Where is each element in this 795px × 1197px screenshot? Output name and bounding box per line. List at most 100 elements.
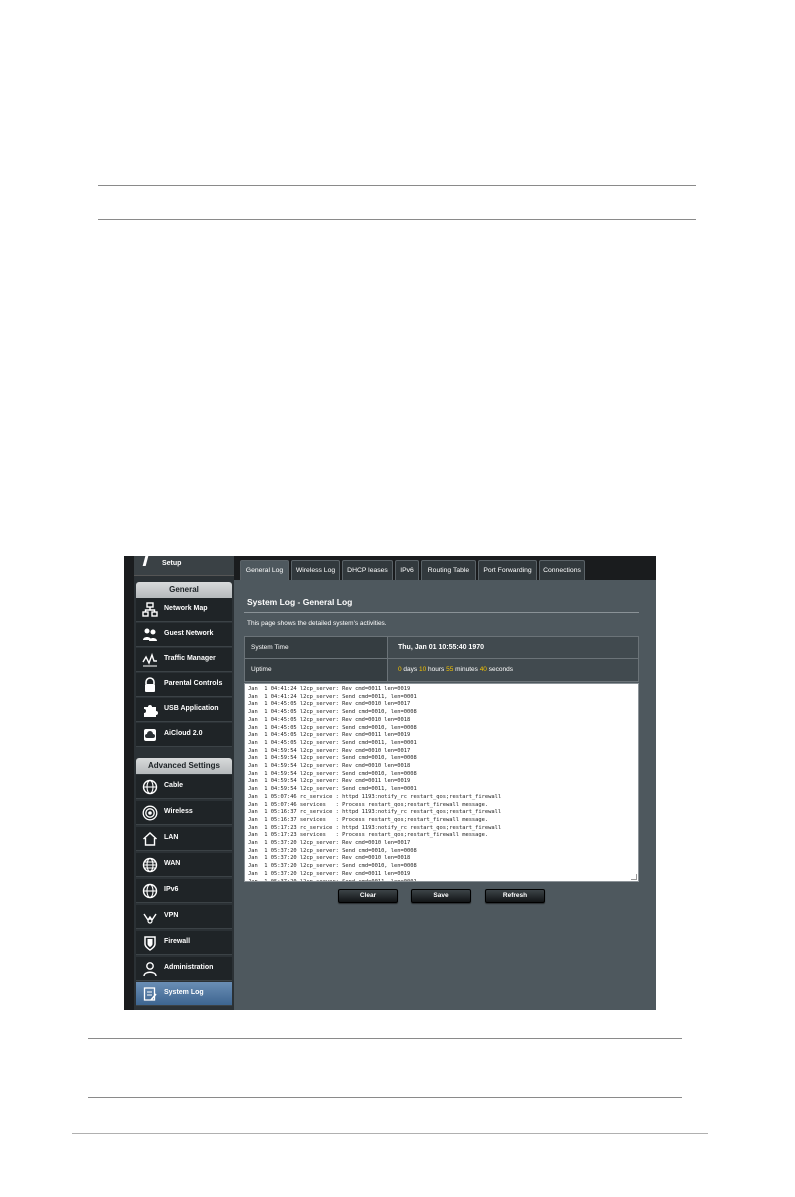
log-line: Jan 1 04:41:24 l2cp_server: Send cmd=001…	[248, 693, 417, 700]
vpn-icon	[143, 913, 157, 924]
uptime-hours-unit: hours	[426, 666, 447, 673]
save-button[interactable]: Save	[411, 889, 471, 903]
bottom-rule-2	[88, 1097, 682, 1098]
uptime-days-unit: days	[401, 666, 419, 673]
page-description: This page shows the detailed system's ac…	[247, 620, 387, 627]
system-time-row: System Time Thu, Jan 01 10:55:40 1970	[245, 637, 638, 659]
log-line: Jan 1 04:59:54 l2cp_server: Send cmd=001…	[248, 786, 417, 793]
sidebar-item-label: LAN	[164, 834, 179, 841]
tab-routing-table[interactable]: Routing Table	[421, 560, 476, 580]
log-line: Jan 1 04:59:54 l2cp_server: Send cmd=001…	[248, 770, 417, 777]
wireless-icon	[142, 805, 158, 821]
top-rule-2	[98, 219, 696, 220]
bottom-rule-1	[88, 1038, 682, 1039]
tab-port-forwarding[interactable]: Port Forwarding	[478, 560, 537, 580]
sidebar-item-label: Firewall	[164, 938, 191, 945]
router-ui-screenshot: Setup General Network Map Guest Network …	[124, 556, 656, 1010]
puzzle-icon	[144, 705, 158, 717]
sidebar-item-label: Setup	[162, 560, 182, 567]
tab-connections[interactable]: Connections	[539, 560, 585, 580]
log-line: Jan 1 04:45:05 l2cp_server: Rev cmd=0010…	[248, 716, 411, 723]
shield-icon	[144, 936, 156, 951]
log-line: Jan 1 04:45:05 l2cp_server: Rev cmd=0011…	[248, 732, 411, 739]
log-line: Jan 1 05:37:20 l2cp_server: Rev cmd=0010…	[248, 840, 411, 847]
advanced-settings-header: Advanced Settings	[136, 758, 232, 774]
log-line: Jan 1 04:45:05 l2cp_server: Send cmd=001…	[248, 739, 417, 746]
log-line: Jan 1 04:59:54 l2cp_server: Rev cmd=0011…	[248, 778, 411, 785]
log-line: Jan 1 04:45:05 l2cp_server: Send cmd=001…	[248, 724, 417, 731]
log-line: Jan 1 05:17:23 services : Process restar…	[248, 832, 489, 839]
uptime-label: Uptime	[245, 659, 387, 681]
footer-rule	[72, 1133, 708, 1134]
sidebar-item-usb-application[interactable]: USB Application	[136, 698, 232, 722]
sidebar-item-network-map[interactable]: Network Map	[136, 598, 232, 622]
log-line: Jan 1 05:37:20 l2cp_server: Send cmd=001…	[248, 878, 417, 882]
uptime-row: Uptime 0 days 10 hours 55 minutes 40 sec…	[245, 659, 638, 681]
tab-general-log[interactable]: General Log	[240, 560, 289, 580]
sidebar: Setup General Network Map Guest Network …	[134, 556, 234, 1010]
sidebar-item-label: Network Map	[164, 605, 208, 612]
log-line: Jan 1 05:07:46 services : Process restar…	[248, 801, 489, 808]
log-line: Jan 1 05:37:20 l2cp_server: Rev cmd=0010…	[248, 855, 411, 862]
sidebar-item-guest-network[interactable]: Guest Network	[136, 623, 232, 647]
globe-icon	[142, 857, 158, 873]
refresh-button[interactable]: Refresh	[485, 889, 545, 903]
ipv6-globe-icon	[142, 883, 158, 899]
resize-handle[interactable]	[631, 874, 637, 880]
sidebar-item-label: USB Application	[164, 705, 219, 712]
sidebar-item-setup[interactable]: Setup	[134, 556, 234, 576]
cloud-icon	[144, 729, 156, 741]
log-line: Jan 1 04:59:54 l2cp_server: Rev cmd=0010…	[248, 763, 411, 770]
system-log-textarea[interactable]: Jan 1 04:41:24 l2cp_server: Rev cmd=0011…	[244, 683, 639, 882]
sidebar-item-wan[interactable]: WAN	[136, 853, 232, 877]
sidebar-item-traffic-manager[interactable]: Traffic Manager	[136, 648, 232, 672]
log-line: Jan 1 04:45:05 l2cp_server: Send cmd=001…	[248, 709, 417, 716]
log-line: Jan 1 04:45:05 l2cp_server: Rev cmd=0010…	[248, 701, 411, 708]
network-map-icon	[142, 602, 158, 617]
log-line: Jan 1 04:41:24 l2cp_server: Rev cmd=0011…	[248, 686, 411, 692]
log-line: Jan 1 05:37:20 l2cp_server: Rev cmd=0011…	[248, 870, 411, 877]
system-time-label: System Time	[245, 637, 387, 658]
admin-person-icon	[143, 962, 157, 977]
sidebar-item-label: Cable	[164, 782, 184, 789]
sidebar-item-firewall[interactable]: Firewall	[136, 931, 232, 955]
clear-button[interactable]: Clear	[338, 889, 398, 903]
sidebar-item-label: IPv6	[164, 886, 179, 893]
sidebar-item-wireless[interactable]: Wireless	[136, 801, 232, 825]
log-line: Jan 1 05:16:37 rc_service : httpd 1193:n…	[248, 809, 502, 816]
setup-icon	[142, 556, 154, 566]
log-line: Jan 1 05:16:37 services : Process restar…	[248, 816, 489, 823]
system-info-table: System Time Thu, Jan 01 10:55:40 1970 Up…	[244, 636, 639, 682]
globe-cable-icon	[142, 779, 158, 795]
uptime-value: 0 days 10 hours 55 minutes 40 seconds	[387, 659, 638, 681]
sidebar-item-vpn[interactable]: VPN	[136, 905, 232, 929]
sidebar-item-cable[interactable]: Cable	[136, 775, 232, 799]
sidebar-item-label: Guest Network	[164, 630, 214, 637]
sidebar-item-administration[interactable]: Administration	[136, 957, 232, 981]
log-line: Jan 1 05:37:20 l2cp_server: Send cmd=001…	[248, 863, 417, 870]
system-time-value: Thu, Jan 01 10:55:40 1970	[387, 637, 638, 658]
sidebar-item-label: Wireless	[164, 808, 193, 815]
tab-dhcp-leases[interactable]: DHCP leases	[342, 560, 393, 580]
sidebar-item-lan[interactable]: LAN	[136, 827, 232, 851]
traffic-manager-icon	[142, 652, 157, 667]
sidebar-item-label: Traffic Manager	[164, 655, 216, 662]
log-line: Jan 1 04:59:54 l2cp_server: Rev cmd=0010…	[248, 747, 411, 754]
tab-ipv6[interactable]: IPv6	[395, 560, 419, 580]
sidebar-item-parental-controls[interactable]: Parental Controls	[136, 673, 232, 697]
main-panel: General Log Wireless Log DHCP leases IPv…	[234, 556, 656, 1010]
uptime-seconds-unit: seconds	[486, 666, 513, 673]
sidebar-item-label: VPN	[164, 912, 179, 919]
guest-network-icon	[143, 628, 157, 641]
tab-wireless-log[interactable]: Wireless Log	[291, 560, 340, 580]
sidebar-item-label: System Log	[164, 989, 204, 996]
general-header: General	[136, 582, 232, 598]
sidebar-item-aicloud[interactable]: AiCloud 2.0	[136, 723, 232, 747]
sidebar-item-system-log[interactable]: System Log	[136, 982, 232, 1006]
sidebar-item-ipv6[interactable]: IPv6	[136, 879, 232, 903]
sidebar-item-label: Parental Controls	[164, 680, 223, 687]
log-line: Jan 1 05:07:46 rc_service : httpd 1193:n…	[248, 793, 502, 800]
uptime-seconds: 40	[479, 666, 487, 673]
tab-bar: General Log Wireless Log DHCP leases IPv…	[234, 556, 656, 580]
log-line: Jan 1 05:37:20 l2cp_server: Send cmd=001…	[248, 847, 417, 854]
